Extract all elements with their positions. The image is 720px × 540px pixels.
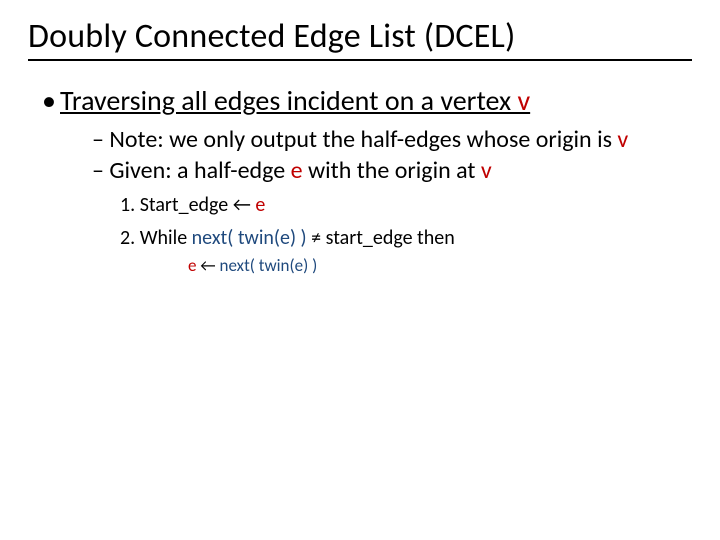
step-1: 1. Start_edge ← e xyxy=(120,193,692,218)
bullet1-v: v xyxy=(518,83,531,118)
step-3: e ← next( twin(e) ) xyxy=(188,255,692,276)
given-v: v xyxy=(481,156,492,185)
step2-c: ≠ start_edge then xyxy=(307,226,455,250)
dash-icon: – xyxy=(92,156,109,185)
step3-b: ← xyxy=(196,255,219,276)
step1-e: e xyxy=(255,193,265,217)
slide: Doubly Connected Edge List (DCEL) •Trave… xyxy=(0,0,720,540)
note-text: Note: we only output the half-edges whos… xyxy=(109,125,617,154)
bullet-level1: •Traversing all edges incident on a vert… xyxy=(42,85,692,117)
step-2: 2. While next( twin(e) ) ≠ start_edge th… xyxy=(120,226,692,251)
step2-b: next( twin(e) ) xyxy=(192,226,307,250)
given-line: – Given: a half-edge e with the origin a… xyxy=(92,157,692,185)
given-text-a: Given: a half-edge xyxy=(109,156,290,185)
dash-icon: – xyxy=(92,125,109,154)
note-line: – Note: we only output the half-edges wh… xyxy=(92,126,692,154)
given-text-b: with the origin at xyxy=(303,156,481,185)
note-v: v xyxy=(617,125,628,154)
slide-title: Doubly Connected Edge List (DCEL) xyxy=(28,18,692,61)
step2-a: 2. While xyxy=(120,226,192,250)
bullet1-text: Traversing all edges incident on a verte… xyxy=(60,83,518,118)
step1-text: 1. Start_edge ← xyxy=(120,193,255,217)
step3-c: next( twin(e) ) xyxy=(220,255,318,276)
bullet-dot-icon: • xyxy=(42,85,60,117)
given-e: e xyxy=(291,156,303,185)
